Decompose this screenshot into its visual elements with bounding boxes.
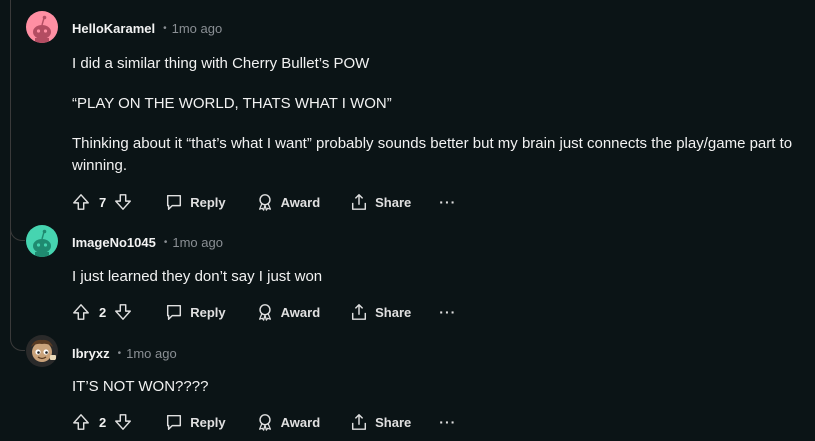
upvote-icon — [73, 194, 89, 210]
comment-body: I did a similar thing with Cherry Bullet… — [72, 53, 795, 177]
reply-label: Reply — [190, 194, 226, 210]
comment-body: I just learned they don’t say I just won — [72, 266, 795, 288]
author-name[interactable]: HelloKaramel — [72, 21, 155, 36]
snoo-avatar-icon — [33, 229, 51, 257]
author-name[interactable]: ImageNo1045 — [72, 235, 156, 250]
reply-button[interactable]: Reply — [165, 413, 226, 431]
upvote-button[interactable] — [72, 303, 90, 321]
downvote-button[interactable] — [114, 413, 132, 431]
upvote-button[interactable] — [72, 193, 90, 211]
share-icon — [352, 194, 367, 210]
award-icon — [258, 194, 271, 211]
award-button[interactable]: Award — [256, 193, 321, 211]
vote-count: 2 — [99, 414, 107, 430]
downvote-button[interactable] — [114, 303, 132, 321]
more-icon: ··· — [439, 304, 457, 320]
more-options-button[interactable]: ··· — [439, 414, 456, 430]
comment-paragraph: Thinking about it “that’s what I want” p… — [72, 135, 793, 174]
downvote-icon — [115, 304, 132, 320]
comment-meta: HelloKaramel • 1mo ago — [72, 18, 222, 38]
reply-label: Reply — [190, 304, 226, 320]
comment-actions: 7 Reply Award Share ··· — [72, 190, 456, 214]
comment-actions: 2 Reply Award Share ··· — [72, 410, 456, 434]
comment-paragraph: “PLAY ON THE WORLD, THATS WHAT I WON” — [72, 95, 392, 112]
comment-paragraph: IT’S NOT WON???? — [72, 378, 209, 395]
snoo-avatar-icon — [33, 15, 51, 43]
downvote-icon — [115, 194, 132, 210]
meta-separator: • — [117, 347, 122, 359]
thread-line[interactable] — [10, 0, 11, 330]
upvote-icon — [73, 414, 89, 430]
reply-button[interactable]: Reply — [165, 193, 226, 211]
reply-icon — [167, 414, 182, 430]
downvote-button[interactable] — [114, 193, 132, 211]
more-options-button[interactable]: ··· — [439, 194, 456, 210]
upvote-button[interactable] — [72, 413, 90, 431]
award-button[interactable]: Award — [256, 303, 321, 321]
reply-icon — [167, 304, 182, 320]
award-icon — [258, 414, 271, 431]
author-name[interactable]: Ibryxz — [72, 346, 110, 361]
avatar[interactable] — [26, 11, 58, 43]
award-label: Award — [280, 194, 321, 210]
more-icon: ··· — [439, 414, 457, 430]
comment-body: IT’S NOT WON???? — [72, 376, 795, 398]
more-icon: ··· — [439, 194, 457, 210]
timestamp[interactable]: 1mo ago — [126, 346, 177, 361]
share-label: Share — [375, 194, 412, 210]
upvote-icon — [73, 304, 89, 320]
timestamp[interactable]: 1mo ago — [172, 21, 223, 36]
more-options-button[interactable]: ··· — [439, 304, 456, 320]
share-button[interactable]: Share — [350, 193, 411, 211]
vote-count: 7 — [99, 194, 107, 210]
timestamp[interactable]: 1mo ago — [172, 235, 223, 250]
share-icon — [352, 414, 367, 430]
share-button[interactable]: Share — [350, 413, 411, 431]
avatar[interactable] — [26, 335, 58, 367]
reply-icon — [167, 194, 182, 210]
thread-connector — [10, 328, 25, 351]
comment-actions: 2 Reply Award Share ··· — [72, 300, 456, 324]
comment-meta: ImageNo1045 • 1mo ago — [72, 232, 223, 252]
meta-separator: • — [163, 22, 167, 34]
snoo-avatar-icon — [31, 339, 56, 362]
award-button[interactable]: Award — [256, 413, 321, 431]
comment-paragraph: I did a similar thing with Cherry Bullet… — [72, 55, 370, 72]
comment-meta: Ibryxz • 1mo ago — [72, 343, 177, 363]
share-label: Share — [375, 304, 412, 320]
vote-count: 2 — [99, 304, 107, 320]
award-icon — [258, 304, 271, 321]
downvote-icon — [115, 414, 132, 430]
thread-connector — [10, 218, 25, 241]
share-icon — [352, 304, 367, 320]
meta-separator: • — [163, 236, 168, 248]
share-label: Share — [375, 414, 412, 430]
reply-label: Reply — [190, 414, 226, 430]
comment-paragraph: I just learned they don’t say I just won — [72, 268, 323, 285]
award-label: Award — [280, 414, 321, 430]
avatar[interactable] — [26, 225, 58, 257]
share-button[interactable]: Share — [350, 303, 411, 321]
reply-button[interactable]: Reply — [165, 303, 226, 321]
award-label: Award — [280, 304, 321, 320]
